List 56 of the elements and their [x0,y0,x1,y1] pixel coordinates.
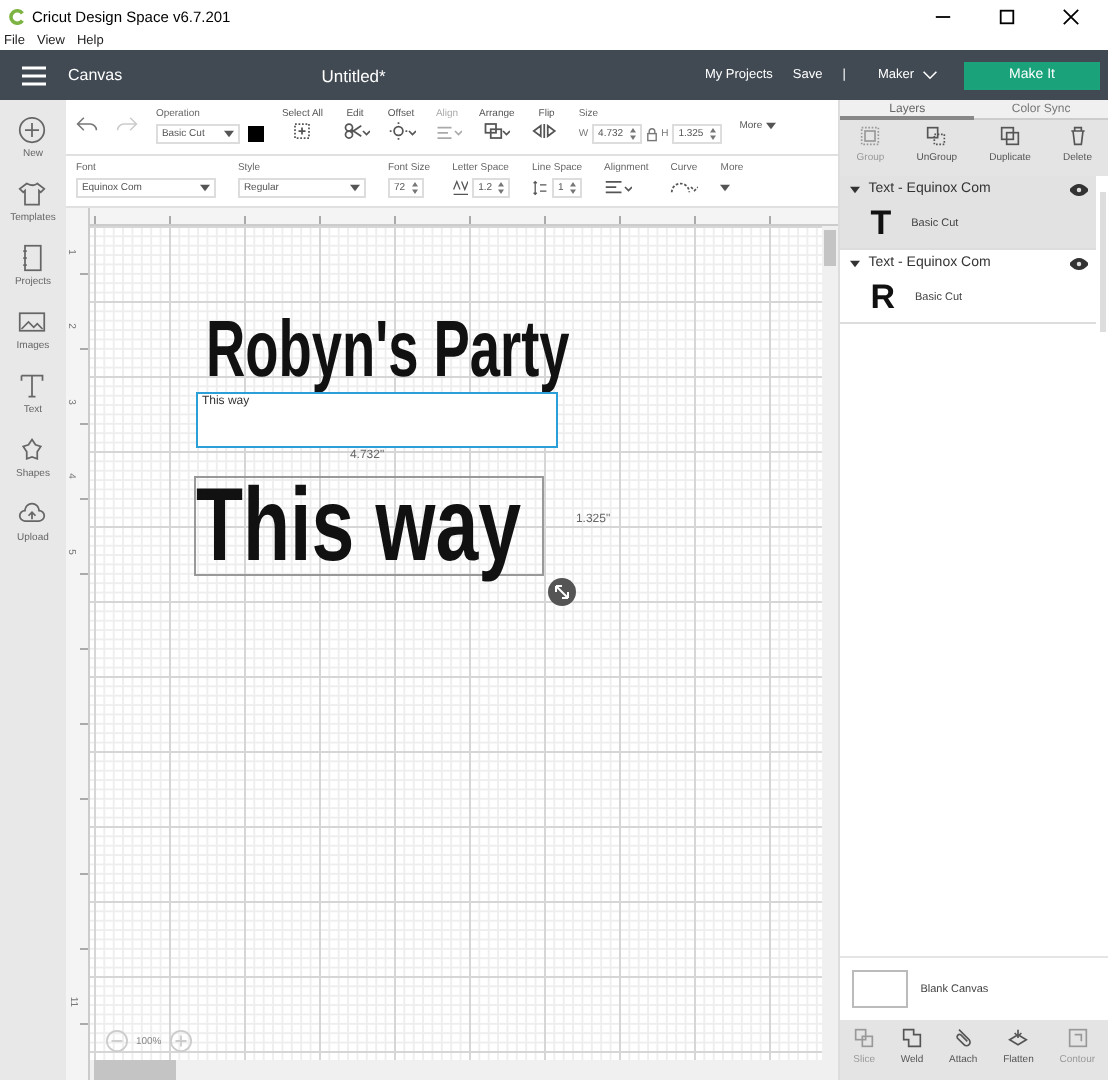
close-icon[interactable] [1062,7,1080,25]
app-logo-icon [8,7,26,25]
contour-icon [1067,1028,1088,1048]
images-icon [18,308,47,336]
chevron-down-icon [922,70,938,80]
color-swatch[interactable] [247,126,264,142]
document-title: Untitled* [321,65,386,85]
eye-icon[interactable] [1070,183,1088,195]
new-icon [18,116,47,144]
text-icon [18,372,47,400]
caret-icon[interactable] [720,184,731,192]
caret-icon [766,122,777,130]
edit-icon [341,122,370,140]
resize-handle-icon[interactable] [547,578,576,606]
align-icon[interactable] [604,178,633,196]
horizontal-scrollbar[interactable] [89,1060,839,1080]
section-title: Canvas [68,66,123,84]
stepper-icon [569,182,576,194]
stepper-icon [498,182,505,194]
stepper-icon [411,182,417,194]
caret-icon [349,184,360,192]
group-icon [860,126,881,146]
duplicate-icon [1000,126,1021,146]
templates-icon [18,180,47,208]
layer-thumbnail: T [870,206,892,240]
undo-icon[interactable] [75,116,98,132]
expand-caret-icon[interactable] [850,259,861,267]
attach-icon [953,1028,974,1048]
lock-icon[interactable] [645,127,658,141]
ungroup-icon [926,126,947,146]
menu-icon[interactable] [22,65,46,85]
align-icon [433,122,462,140]
flip-icon [532,122,561,140]
expand-caret-icon[interactable] [850,185,861,193]
line-space-icon [532,180,549,196]
slice-icon [854,1028,875,1048]
curve-icon[interactable] [670,178,699,196]
maximize-icon[interactable] [998,7,1016,25]
projects-icon [18,244,47,272]
stepper-icon [709,128,716,140]
delete-icon [1067,126,1088,146]
offset-icon [387,122,416,140]
caret-icon [199,184,210,192]
canvas-swatch[interactable] [852,970,909,1008]
shapes-icon [18,436,47,464]
weld-icon [902,1028,923,1048]
letter-space-icon [452,180,469,196]
caret-icon [223,130,234,138]
layer-thumbnail: R [870,280,896,314]
text-object[interactable]: Robyn's Party [205,310,570,390]
eye-icon[interactable] [1070,257,1088,269]
arrange-icon [482,122,511,140]
upload-icon [18,500,47,528]
vertical-scrollbar[interactable] [822,226,839,1060]
stepper-icon [629,128,636,140]
flatten-icon [1008,1028,1029,1048]
